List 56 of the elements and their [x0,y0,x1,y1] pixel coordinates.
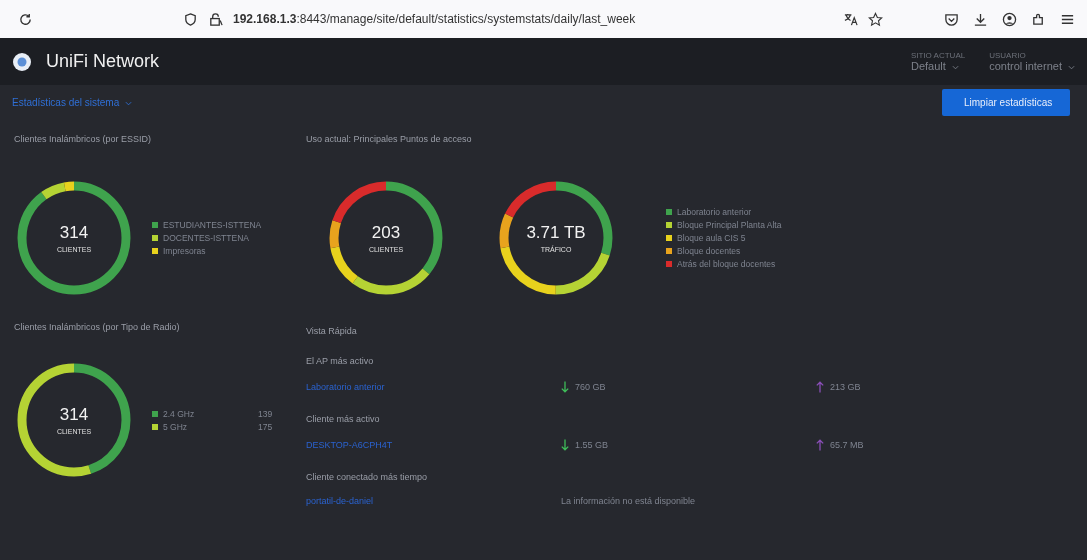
extensions-icon[interactable] [1031,11,1046,27]
lock-icon[interactable] [208,11,223,27]
donut-value: 203 [371,223,401,243]
panel-title: Clientes Inalámbricos (por Tipo de Radio) [14,322,181,332]
clear-stats-button[interactable]: Limpiar estadísticas [942,89,1070,116]
download-amount: 1.55 GB [575,440,609,450]
account-icon[interactable] [1002,11,1017,27]
user-label: USUARIO [989,51,1027,60]
section-heading: El AP más activo [306,356,375,366]
device-link[interactable]: DESKTOP-A6CPH4T [306,440,561,450]
unavailable-message: La información no está disponible [561,496,696,506]
upload-arrow-icon [816,380,824,394]
stats-menu-link[interactable]: Estadísticas del sistema [12,97,133,108]
download-icon[interactable] [973,11,988,27]
device-link[interactable]: portatil-de-daniel [306,496,561,506]
url-field[interactable]: 192.168.1.3:8443/manage/site/default/statistics/systemstats/daily/last_week [233,12,636,26]
legend-label: DOCENTES-ISTTENA [163,233,249,243]
upload-amount: 65.7 MB [830,440,864,450]
pocket-icon[interactable] [944,11,959,27]
logo-icon [12,51,32,72]
app-title: UniFi Network [46,51,160,72]
user-dropdown[interactable]: control internet [989,60,1075,72]
chevron-down-icon [1068,64,1075,70]
panel-title: Clientes Inalámbricos (por ESSID) [14,134,153,144]
download-arrow-icon [561,380,569,394]
donut-value: 314 [59,405,89,425]
star-icon[interactable] [868,11,883,27]
legend-label: 2.4 GHz [163,408,196,419]
panel-title: Vista Rápida [306,326,358,336]
legend-label: Bloque aula CIS 5 [677,233,746,243]
section-heading: Cliente más activo [306,414,381,424]
donut-value: 314 [59,223,89,243]
legend-label: ESTUDIANTES-ISTTENA [163,220,262,230]
chevron-down-icon [951,64,959,70]
legend-label: Impresoras [163,246,206,256]
legend-label: Bloque docentes [677,246,741,256]
site-dropdown[interactable]: Default [910,60,966,72]
legend-label: Bloque Principal Planta Alta [677,220,782,230]
legend-label: Atrás del bloque docentes [677,259,776,269]
download-amount: 760 GB [575,382,606,392]
download-arrow-icon [561,438,569,452]
translate-icon[interactable] [843,11,858,27]
upload-amount: 213 GB [830,382,861,392]
chevron-down-icon [125,100,133,106]
panel-title: Uso actual: Principales Puntos de acceso [306,134,473,144]
reload-icon[interactable] [18,11,33,27]
shield-icon[interactable] [183,11,198,27]
section-heading: Cliente conectado más tiempo [306,472,429,482]
legend-count: 175 [258,421,273,432]
legend-label: 5 GHz [163,421,189,432]
device-link[interactable]: Laboratorio anterior [306,382,561,392]
legend-label: Laboratorio anterior [677,207,752,217]
upload-arrow-icon [816,438,824,452]
donut-value: 3.71 TB [526,223,586,243]
site-label: SITIO ACTUAL [910,51,966,60]
legend-count: 139 [258,408,273,419]
